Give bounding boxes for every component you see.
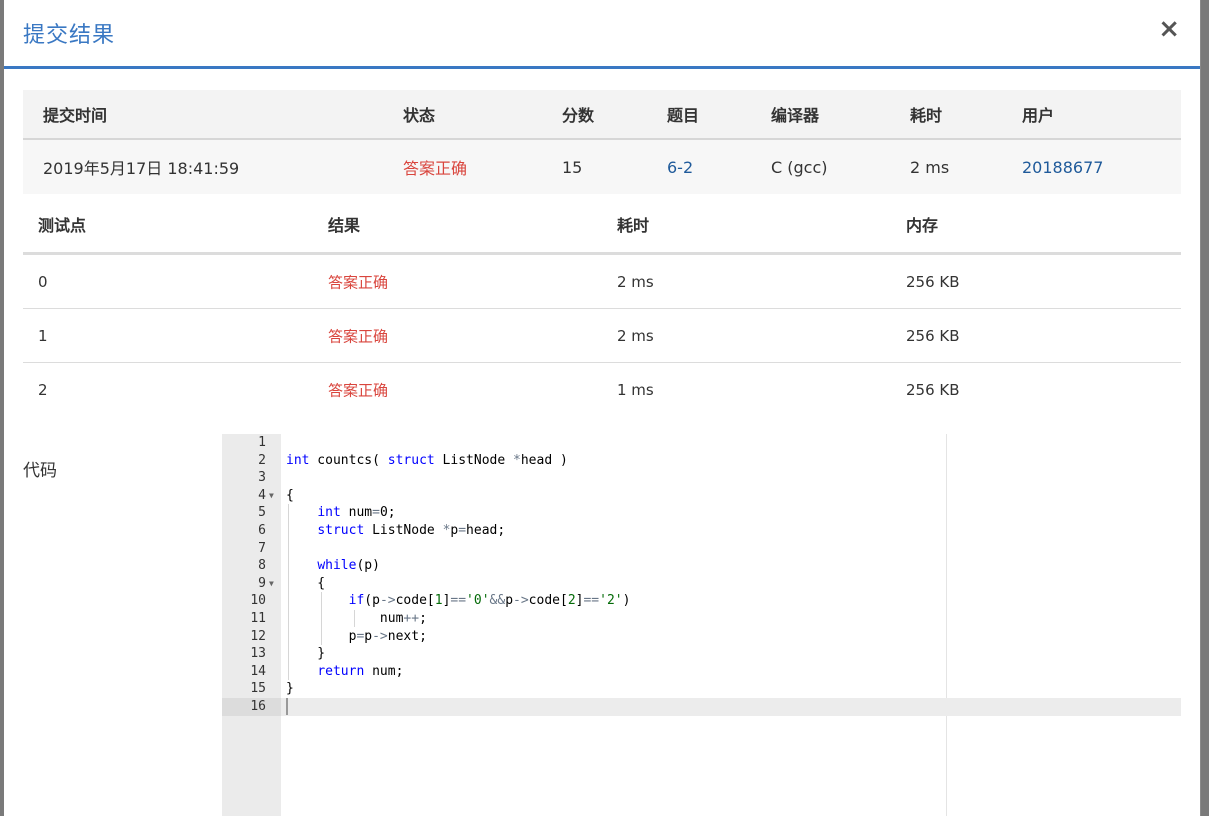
line-number: 9 bbox=[258, 575, 266, 591]
code-line: 15 } bbox=[222, 680, 1181, 698]
header-test-point: 测试点 bbox=[38, 216, 87, 235]
table-row: 2 答案正确 1 ms 256 KB bbox=[23, 363, 1181, 416]
line-number: 13 bbox=[250, 646, 266, 662]
header-compiler: 编译器 bbox=[771, 106, 820, 125]
close-icon[interactable]: × bbox=[1158, 14, 1180, 44]
code-text: if(p->code[1]=='0'&&p->code[2]=='2') bbox=[348, 593, 631, 609]
test-id: 2 bbox=[38, 380, 48, 399]
header-status: 状态 bbox=[403, 106, 436, 125]
score-value: 15 bbox=[562, 157, 583, 177]
code-line: 9 ▼ { bbox=[222, 575, 1181, 593]
code-line: 5 int num=0; bbox=[222, 504, 1181, 522]
test-time: 2 ms bbox=[617, 272, 654, 291]
submission-result-modal: 提交结果 × 提交时间 状态 分数 题目 编译器 耗时 用户 2019年5月17… bbox=[4, 0, 1200, 816]
backdrop-right[interactable] bbox=[1201, 0, 1209, 816]
summary-data-row: 2019年5月17日 18:41:59 答案正确 15 6-2 C (gcc) … bbox=[23, 140, 1181, 194]
code-line: 8 while(p) bbox=[222, 557, 1181, 575]
modal-header: 提交结果 × bbox=[4, 0, 1200, 69]
test-result: 答案正确 bbox=[328, 381, 389, 399]
line-number: 1 bbox=[258, 435, 266, 450]
indent-guide bbox=[321, 592, 322, 645]
code-text: int countcs( struct ListNode *head ) bbox=[286, 452, 568, 468]
fold-arrow-icon[interactable]: ▼ bbox=[269, 487, 274, 505]
line-number: 3 bbox=[258, 470, 266, 486]
header-score: 分数 bbox=[562, 106, 595, 125]
line-number: 11 bbox=[250, 611, 266, 626]
test-result: 答案正确 bbox=[328, 327, 389, 345]
duration-value: 2 ms bbox=[910, 157, 950, 177]
modal-title: 提交结果 bbox=[23, 23, 116, 48]
code-line: 10 if(p->code[1]=='0'&&p->code[2]=='2') bbox=[222, 592, 1181, 610]
table-row: 1 答案正确 2 ms 256 KB bbox=[23, 309, 1181, 363]
header-time: 耗时 bbox=[617, 216, 650, 235]
code-line: 11 num++; bbox=[222, 610, 1181, 628]
table-row: 0 答案正确 2 ms 256 KB bbox=[23, 255, 1181, 309]
line-number: 16 bbox=[222, 698, 281, 716]
line-number: 6 bbox=[258, 523, 266, 538]
line-number: 10 bbox=[250, 593, 266, 609]
line-number: 14 bbox=[250, 663, 266, 679]
problem-link[interactable]: 6-2 bbox=[667, 158, 693, 177]
code-text: int num=0; bbox=[317, 505, 396, 521]
test-cases-table: 测试点 结果 耗时 内存 0 答案正确 2 ms 256 KB 1 答案正确 2… bbox=[23, 196, 1181, 416]
test-memory: 256 KB bbox=[906, 326, 960, 345]
test-id: 1 bbox=[38, 326, 48, 345]
code-text: p=p->next; bbox=[348, 628, 427, 644]
indent-guide bbox=[288, 504, 289, 680]
indent-guide bbox=[354, 610, 355, 627]
code-line: 3 bbox=[222, 469, 1181, 487]
code-line: 4 ▼ { bbox=[222, 487, 1181, 505]
code-line: 12 p=p->next; bbox=[222, 628, 1181, 646]
tests-header-row: 测试点 结果 耗时 内存 bbox=[23, 196, 1181, 255]
test-time: 1 ms bbox=[617, 380, 654, 399]
compiler-value: C (gcc) bbox=[771, 157, 828, 177]
header-user: 用户 bbox=[1022, 106, 1055, 125]
test-id: 0 bbox=[38, 272, 48, 291]
code-line: 14 return num; bbox=[222, 663, 1181, 681]
test-time: 2 ms bbox=[617, 326, 654, 345]
code-text: { bbox=[286, 487, 294, 503]
user-link[interactable]: 20188677 bbox=[1022, 158, 1103, 177]
code-label: 代码 bbox=[23, 461, 57, 481]
header-memory: 内存 bbox=[906, 216, 939, 235]
code-text: num++; bbox=[286, 611, 427, 626]
code-line-active: 16 bbox=[222, 698, 1181, 716]
code-text: while(p) bbox=[317, 558, 380, 574]
text-cursor bbox=[286, 698, 288, 715]
fold-arrow-icon[interactable]: ▼ bbox=[269, 575, 274, 593]
code-line: 13 } bbox=[222, 645, 1181, 663]
code-line: 7 bbox=[222, 540, 1181, 558]
summary-table: 提交时间 状态 分数 题目 编译器 耗时 用户 2019年5月17日 18:41… bbox=[23, 90, 1181, 194]
code-line: 1 bbox=[222, 434, 1181, 452]
code-text: } bbox=[286, 681, 294, 697]
line-number: 2 bbox=[258, 452, 266, 468]
header-submit-time: 提交时间 bbox=[43, 106, 108, 125]
test-memory: 256 KB bbox=[906, 380, 960, 399]
test-memory: 256 KB bbox=[906, 272, 960, 291]
code-text: } bbox=[286, 646, 326, 662]
line-number: 15 bbox=[250, 681, 266, 697]
code-line: 6 struct ListNode *p=head; bbox=[222, 522, 1181, 540]
line-number: 8 bbox=[258, 558, 266, 574]
code-line: 2 int countcs( struct ListNode *head ) bbox=[222, 452, 1181, 470]
header-result: 结果 bbox=[328, 216, 361, 235]
header-problem: 题目 bbox=[667, 106, 700, 125]
status-badge: 答案正确 bbox=[403, 159, 468, 178]
header-duration: 耗时 bbox=[910, 106, 943, 125]
line-number: 4 bbox=[258, 487, 266, 503]
code-text: struct ListNode *p=head; bbox=[317, 523, 506, 538]
code-text: return num; bbox=[317, 663, 404, 679]
submit-time: 2019年5月17日 18:41:59 bbox=[43, 159, 240, 178]
line-number: 5 bbox=[258, 505, 266, 521]
line-number: 12 bbox=[250, 628, 266, 644]
code-text: { bbox=[286, 575, 326, 591]
test-result: 答案正确 bbox=[328, 273, 389, 291]
summary-header-row: 提交时间 状态 分数 题目 编译器 耗时 用户 bbox=[23, 90, 1181, 140]
code-editor[interactable]: 1 2 int countcs( struct ListNode *head )… bbox=[222, 434, 1181, 816]
line-number: 7 bbox=[258, 540, 266, 556]
